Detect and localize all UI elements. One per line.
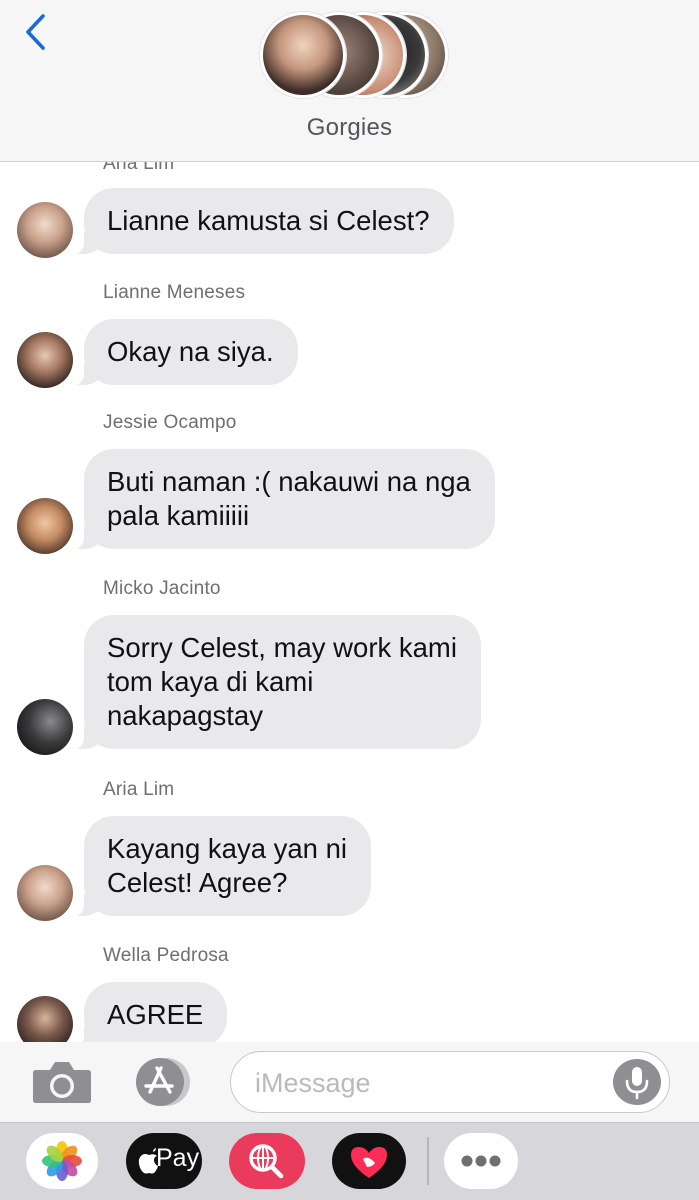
message-text: Celest! Agree? (107, 867, 288, 898)
chevron-left-icon (26, 14, 45, 50)
sender-name: Wella Pedrosa (103, 945, 229, 966)
message-text: Buti naman :( nakauwi na nga (107, 466, 471, 497)
message-text: nakapagstay (107, 700, 263, 731)
app-store-button[interactable] (128, 1054, 200, 1110)
digital-touch-app-button[interactable] (332, 1133, 406, 1189)
photos-app-button[interactable] (26, 1133, 98, 1189)
digital-touch-app-icon (351, 1147, 387, 1178)
message-text: tom kaya di kami (107, 666, 314, 697)
sender-avatar[interactable] (17, 498, 73, 554)
apple-pay-app-button[interactable]: Pay (126, 1133, 202, 1189)
message-bubble[interactable]: Okay na siya. (70, 319, 298, 386)
sender-name: Lianne Meneses (103, 282, 246, 303)
sender-avatar[interactable] (17, 202, 73, 258)
message-thread[interactable]: Aria Lim Lianne kamusta si Celest? Liann… (0, 162, 699, 1042)
sender-avatar[interactable] (17, 996, 73, 1042)
image-search-app-button[interactable] (229, 1133, 305, 1189)
sender-name: Jessie Ocampo (103, 412, 237, 433)
message-text: pala kamiiiii (107, 500, 250, 531)
message-bubble[interactable]: AGREE (69, 982, 228, 1042)
imessage-input[interactable]: iMessage (230, 1051, 670, 1113)
photos-app-icon (42, 1141, 82, 1181)
group-avatar-stack[interactable] (258, 10, 448, 102)
camera-icon (33, 1062, 91, 1103)
message-text: Sorry Celest, may work kami (107, 632, 457, 663)
message-text: Lianne kamusta si Celest? (107, 205, 430, 236)
sender-avatar[interactable] (17, 332, 73, 388)
message-bubble[interactable]: Lianne kamusta si Celest? (70, 188, 454, 255)
image-search-app-icon (249, 1144, 284, 1179)
apple-pay-label: Pay (156, 1144, 200, 1172)
conversation-header: Gorgies (0, 0, 699, 162)
input-placeholder: iMessage (255, 1068, 371, 1098)
message-text: AGREE (107, 999, 204, 1030)
sender-avatar[interactable] (17, 865, 73, 921)
app-store-icon (136, 1058, 190, 1106)
drawer-separator (427, 1137, 429, 1185)
sender-avatar[interactable] (17, 699, 73, 755)
message-bubble[interactable]: Buti naman :( nakauwi na nga pala kamiii… (70, 449, 495, 550)
microphone-icon (625, 1067, 649, 1100)
message-text: Kayang kaya yan ni (107, 833, 348, 864)
imessage-app-drawer: Pay (0, 1122, 699, 1200)
message-bubble[interactable]: Kayang kaya yan ni Celest! Agree? (69, 816, 372, 917)
group-member-avatar (260, 12, 346, 98)
back-button[interactable] (18, 12, 58, 56)
sender-name: Aria Lim (103, 779, 175, 800)
group-name[interactable]: Gorgies (0, 114, 699, 142)
message-text: Okay na siya. (107, 336, 274, 367)
more-apps-button[interactable] (444, 1133, 518, 1189)
sender-name: Aria Lim (103, 162, 175, 174)
camera-button[interactable] (30, 1056, 94, 1108)
message-bubble[interactable]: Sorry Celest, may work kami tom kaya di … (70, 615, 481, 750)
microphone-button[interactable] (613, 1059, 661, 1105)
sender-name: Micko Jacinto (103, 578, 221, 599)
more-apps-icon (461, 1155, 501, 1167)
message-composer: iMessage (0, 1042, 699, 1122)
